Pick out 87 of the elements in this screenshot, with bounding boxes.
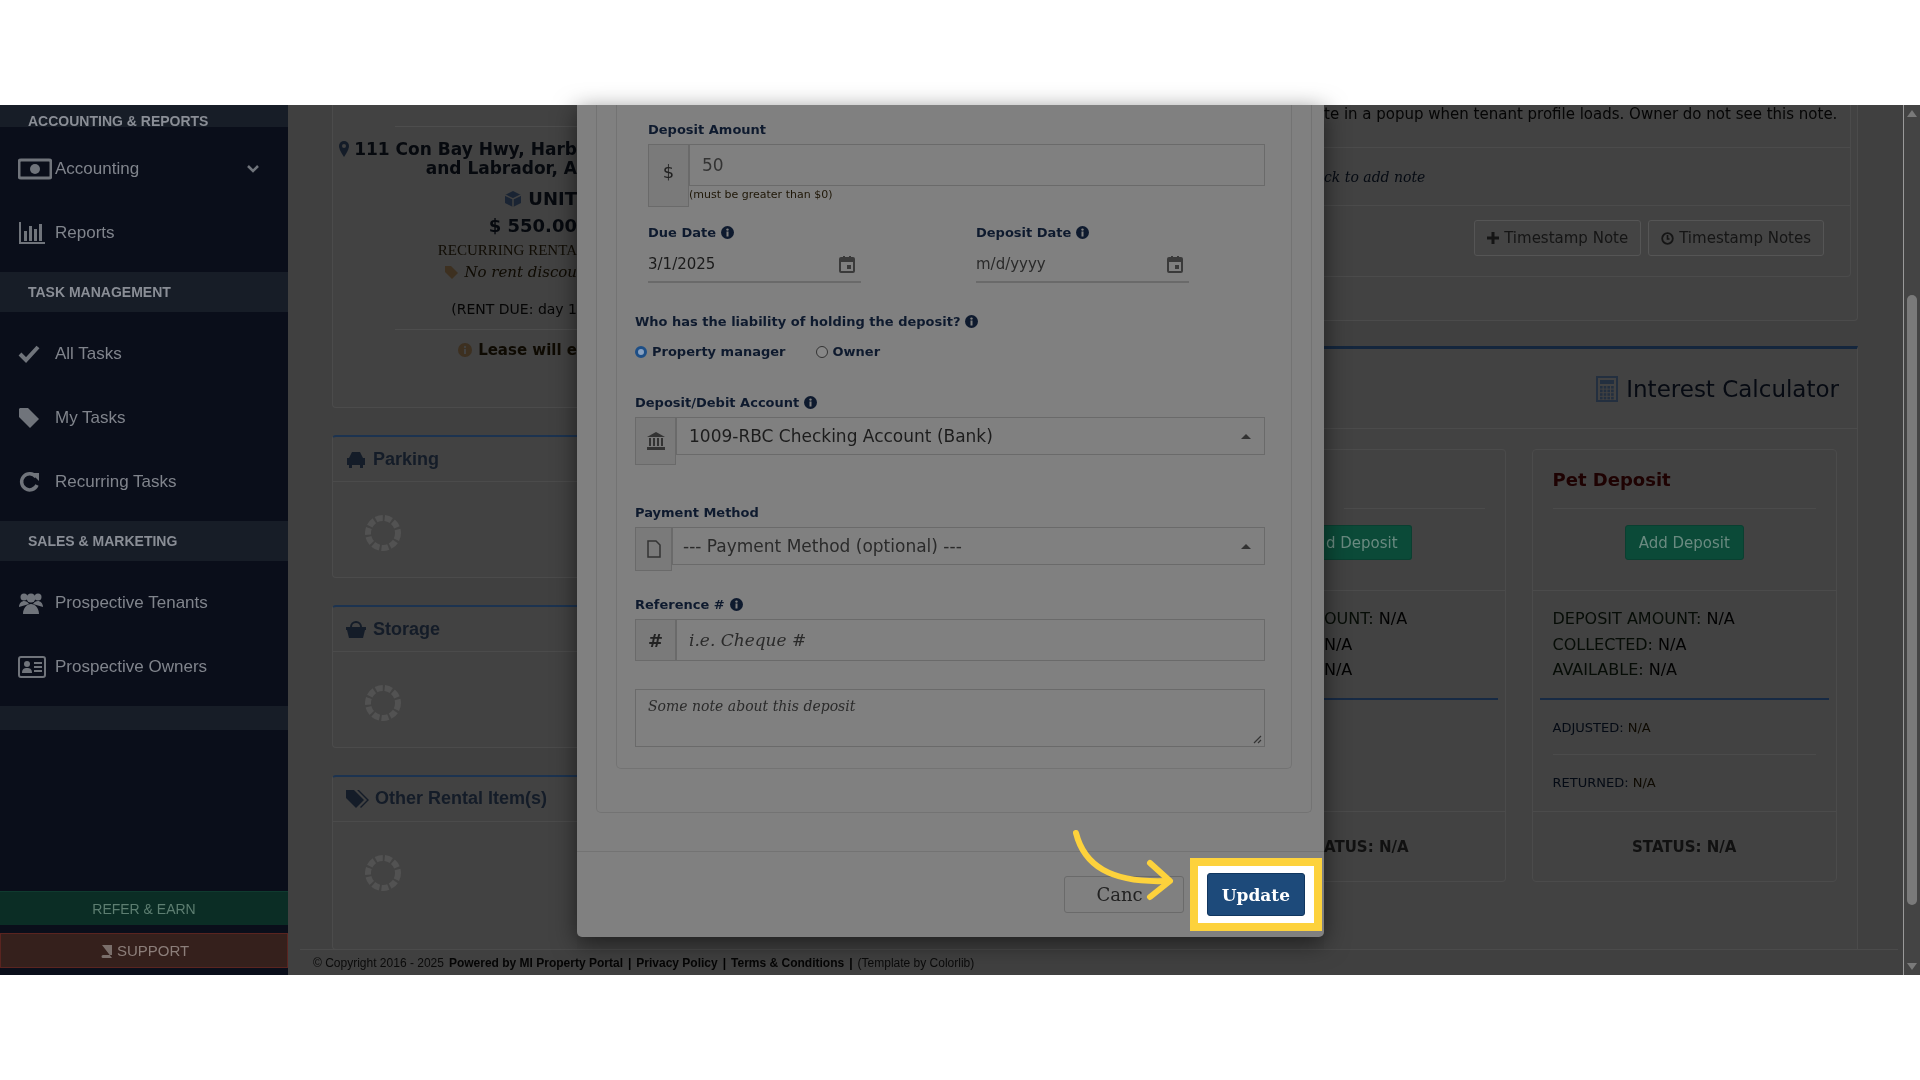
scroll-up-icon bbox=[1906, 109, 1918, 118]
deposit-detail: ADJUSTED: N/A bbox=[1552, 719, 1651, 735]
info-icon bbox=[458, 343, 473, 357]
deposit-stat: AVAILABLE: N/A bbox=[1552, 659, 1679, 681]
section-header: SALES & MARKETING bbox=[0, 521, 288, 561]
calculator-icon bbox=[1596, 375, 1619, 402]
tag-icon bbox=[18, 407, 40, 429]
hash-addon: # bbox=[635, 619, 676, 661]
deposit-stat: N/A bbox=[1324, 659, 1354, 681]
scrollbar-thumb[interactable] bbox=[1907, 295, 1917, 905]
resize-grip-icon bbox=[1253, 735, 1262, 744]
refresh-icon bbox=[18, 471, 40, 493]
info-icon bbox=[965, 314, 979, 328]
currency-addon: $ bbox=[648, 144, 689, 207]
caret-icon bbox=[1240, 431, 1252, 441]
field-label: Deposit Amount bbox=[648, 121, 767, 137]
map-pin-icon bbox=[338, 140, 351, 158]
discount-text: No rent discou bbox=[464, 263, 577, 281]
refer-button[interactable]: REFER & EARN bbox=[0, 891, 288, 925]
interest-calculator-link[interactable]: Interest Calculator bbox=[1626, 375, 1839, 402]
sidebar-item[interactable]: Accounting bbox=[0, 137, 288, 201]
tag-icon bbox=[444, 265, 459, 279]
add-note-link[interactable]: ck to add note bbox=[1324, 148, 1850, 206]
deposit-detail: RETURNED: N/A bbox=[1552, 774, 1656, 790]
account-select[interactable]: 1009-RBC Checking Account (Bank) bbox=[676, 417, 1265, 455]
field-label: Deposit/Debit Account bbox=[635, 394, 800, 410]
question-text: Who has the liability of holding the deposit? bbox=[635, 313, 961, 329]
separator-text: | bbox=[849, 955, 853, 970]
field-label: Reference # bbox=[635, 596, 725, 612]
plus-icon bbox=[1487, 232, 1500, 244]
unit-label: UNIT bbox=[528, 188, 577, 209]
payment-method-select[interactable]: --- Payment Method (optional) --- bbox=[672, 527, 1265, 565]
reference-field[interactable]: i.e. Cheque # bbox=[676, 619, 1265, 661]
field-label: Due Date bbox=[648, 224, 716, 240]
calendar-icon bbox=[839, 255, 855, 273]
id-card-icon bbox=[18, 656, 46, 678]
bar-chart-icon bbox=[18, 221, 46, 245]
calendar-icon bbox=[1167, 255, 1183, 273]
update-button[interactable]: Update bbox=[1206, 873, 1305, 916]
note-textarea[interactable]: Some note about this deposit bbox=[635, 689, 1265, 747]
field-hint: (must be greater than $0) bbox=[689, 188, 833, 201]
caret-icon bbox=[1240, 541, 1252, 551]
document-icon bbox=[635, 527, 672, 571]
cube-icon bbox=[504, 189, 523, 208]
check-icon bbox=[18, 345, 40, 363]
section-header: ACCOUNTING & REPORTS bbox=[0, 105, 288, 127]
footer-link[interactable]: Privacy Policy bbox=[636, 955, 718, 970]
rent-type: RECURRING RENTA bbox=[437, 242, 577, 259]
date-field[interactable]: 3/1/2025 bbox=[648, 247, 861, 283]
add-deposit-button[interactable]: d Deposit bbox=[1324, 525, 1412, 560]
clock-icon bbox=[1661, 231, 1675, 245]
separator-text: | bbox=[722, 955, 727, 970]
deposit-stat: COLLECTED: N/A bbox=[1552, 633, 1688, 656]
field-label: Payment Method bbox=[635, 504, 759, 520]
users-icon bbox=[18, 591, 44, 615]
scroll-down-icon bbox=[1906, 962, 1918, 971]
info-icon bbox=[729, 597, 743, 611]
separator-text: | bbox=[627, 955, 632, 970]
sidebar-item[interactable]: My Tasks bbox=[0, 386, 288, 450]
sidebar-item[interactable]: Prospective Tenants bbox=[0, 571, 288, 635]
deposit-title: Pet Deposit bbox=[1552, 468, 1671, 490]
field-label: Deposit Date bbox=[976, 224, 1072, 240]
radio-option[interactable]: Property manager bbox=[635, 344, 786, 359]
sidebar-item[interactable]: Recurring Tasks bbox=[0, 450, 288, 514]
footer-link[interactable]: Terms & Conditions bbox=[731, 955, 845, 970]
support-button[interactable]: SUPPORT bbox=[0, 933, 288, 968]
address-text: 111 Con Bay Hwy, Harb bbox=[354, 140, 577, 159]
section-header: TASK MANAGEMENT bbox=[0, 272, 288, 312]
add-deposit-button[interactable]: Add Deposit bbox=[1624, 525, 1744, 560]
sidebar-item[interactable]: Prospective Owners bbox=[0, 635, 288, 699]
deposit-stat: DEPOSIT AMOUNT: N/A bbox=[1552, 608, 1736, 630]
lease-note: Lease will e bbox=[478, 341, 577, 359]
note-text: te in a popup when tenant profile loads. Owner do not see this note. bbox=[1324, 105, 1850, 148]
deposit-stat: OUNT: N/A bbox=[1324, 608, 1409, 630]
sidebar-item[interactable]: Reports bbox=[0, 201, 288, 265]
info-icon bbox=[721, 225, 734, 239]
info-icon bbox=[1076, 225, 1090, 239]
info-icon bbox=[804, 395, 818, 409]
money-icon bbox=[18, 158, 52, 180]
date-field[interactable]: m/d/yyyy bbox=[976, 247, 1189, 283]
radio-option[interactable]: Owner bbox=[815, 344, 881, 359]
deposit-stat: N/A bbox=[1324, 633, 1354, 656]
amount-field[interactable]: 50 bbox=[689, 144, 1265, 186]
rent-amount: $ 550.00 bbox=[488, 215, 577, 236]
footer-link[interactable]: Powered by MI Property Portal bbox=[448, 955, 623, 970]
bank-icon bbox=[635, 417, 676, 465]
sidebar-item[interactable]: All Tasks bbox=[0, 322, 288, 386]
